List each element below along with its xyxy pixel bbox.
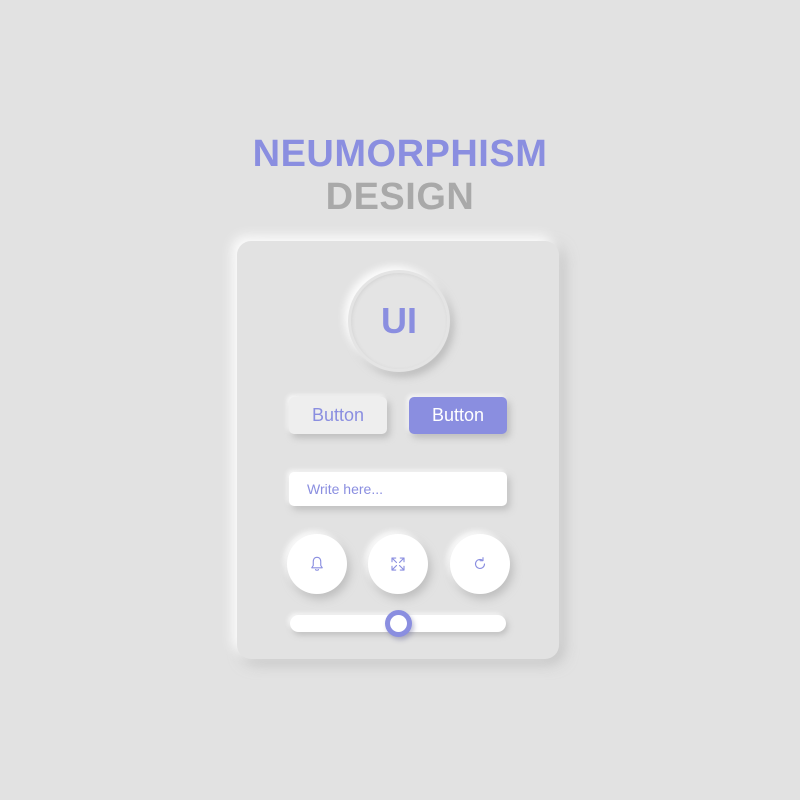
page-title: NEUMORPHISM <box>252 133 548 175</box>
fullscreen-button[interactable] <box>368 534 428 594</box>
secondary-button[interactable]: Button <box>289 397 387 434</box>
page-subtitle: DESIGN <box>325 176 475 218</box>
text-input[interactable] <box>289 472 507 506</box>
ui-badge-label: UI <box>381 300 417 341</box>
primary-button[interactable]: Button <box>409 397 507 434</box>
refresh-button[interactable] <box>450 534 510 594</box>
fullscreen-icon <box>391 557 405 571</box>
slider-thumb[interactable] <box>384 610 412 637</box>
bell-icon <box>311 556 323 571</box>
bell-button[interactable] <box>287 534 347 594</box>
refresh-icon <box>474 557 486 570</box>
